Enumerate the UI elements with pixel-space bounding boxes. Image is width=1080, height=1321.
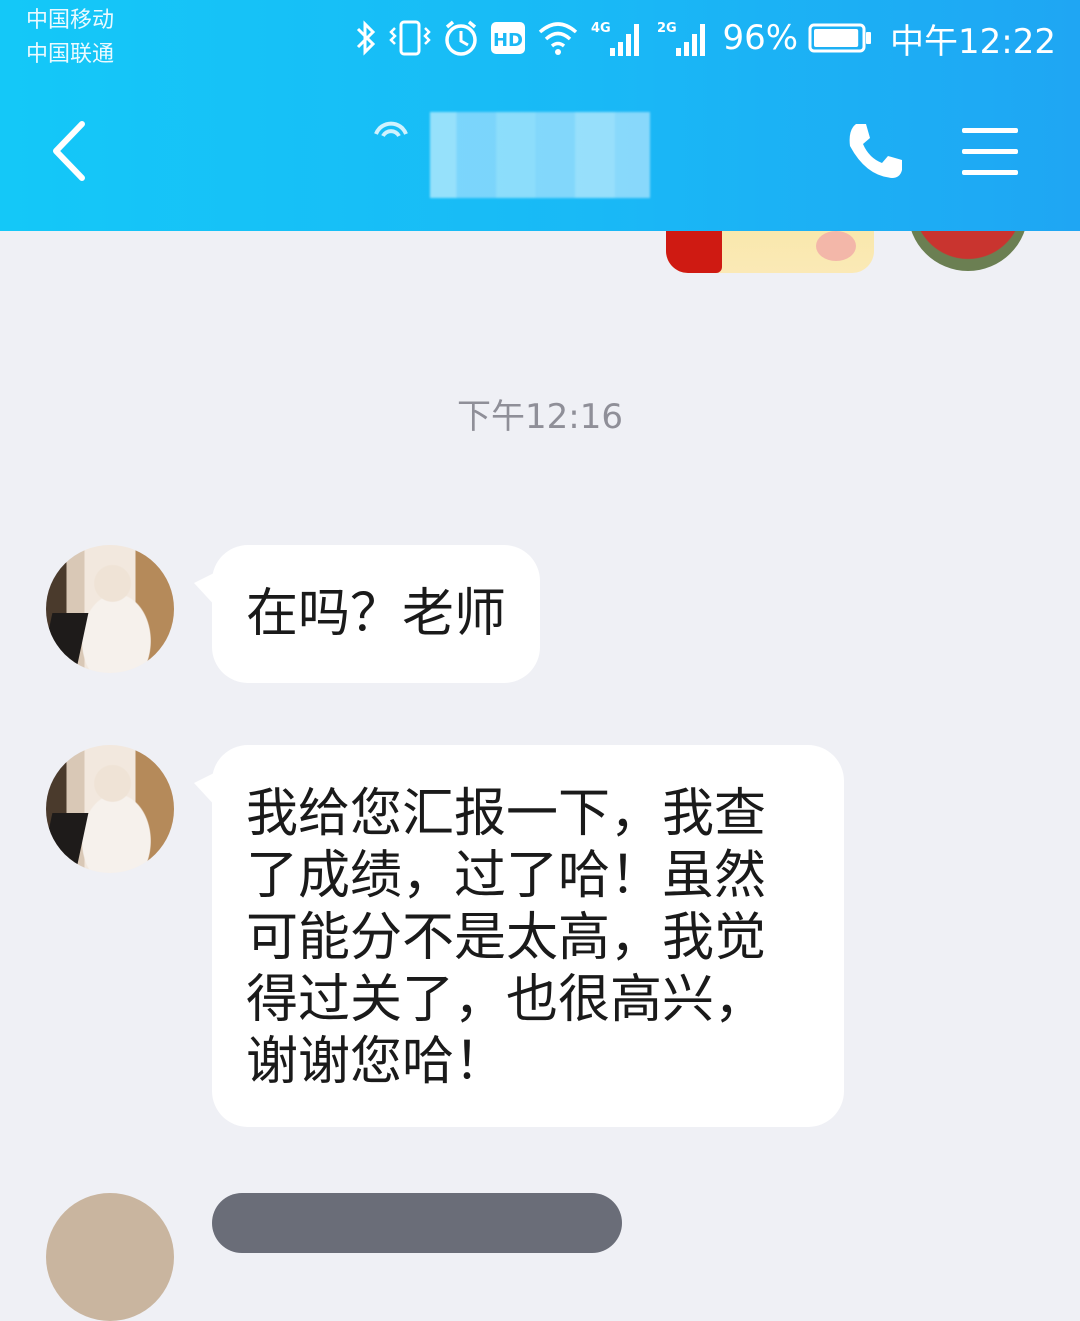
back-button[interactable] [40,116,100,186]
menu-button[interactable] [958,122,1022,180]
call-button[interactable] [842,118,908,184]
vibrate-icon [388,18,432,58]
sticker-cheek [816,231,856,261]
wifi-icon [536,18,580,58]
signal-icon: 4G [590,18,646,58]
svg-text:HD: HD [493,30,523,51]
contact-avatar[interactable] [46,545,174,673]
message-text: 在吗？老师 [246,584,507,644]
carrier-label-2: 中国联通 [26,42,115,67]
bluetooth-icon [354,18,378,58]
chat-area[interactable]: 下午12:16 在吗？老师 我给您汇报一下，我查了成绩，过了哈！虽然可能分不是太… [0,161,1080,1321]
status-bar: 中国移动 中国联通 HD 4G 2G 96% 中午12:22 [0,0,1080,76]
avatar-shadow [46,613,89,673]
svg-text:4G: 4G [591,21,611,36]
clock: 中午12:22 [890,21,1056,62]
battery-icon [808,21,872,55]
message-text: 我给您汇报一下，我查了成绩，过了哈！虽然可能分不是太高，我觉得过关了，也很高兴，… [246,784,767,1092]
message-bubble[interactable]: 我给您汇报一下，我查了成绩，过了哈！虽然可能分不是太高，我觉得过关了，也很高兴，… [194,745,844,1127]
message-bubble[interactable] [212,1193,622,1253]
phone-icon [849,124,902,178]
contact-avatar[interactable] [46,1193,174,1321]
back-arrow-icon [53,121,85,181]
title-blur-overlay [430,112,650,198]
menu-icon [962,128,1018,175]
battery-percent: 96% [722,18,799,58]
chat-header: 中国移动 中国联通 HD 4G 2G 96% 中午12:22 [0,0,1080,231]
contact-avatar[interactable] [46,745,174,873]
online-status-icon [374,121,408,138]
nav-bar [0,76,1080,231]
message-timestamp: 下午12:16 [457,397,623,437]
signal-icon-2: 2G [656,18,712,58]
svg-text:2G: 2G [657,21,677,36]
hd-icon: HD [490,21,526,55]
status-icons: HD 4G 2G 96% 中午12:22 [354,14,1056,62]
contact-title[interactable] [360,104,660,200]
avatar-shadow [46,813,89,873]
carrier-label-1: 中国移动 [26,8,115,33]
message-bubble[interactable]: 在吗？老师 [193,545,541,683]
alarm-icon [442,18,480,58]
